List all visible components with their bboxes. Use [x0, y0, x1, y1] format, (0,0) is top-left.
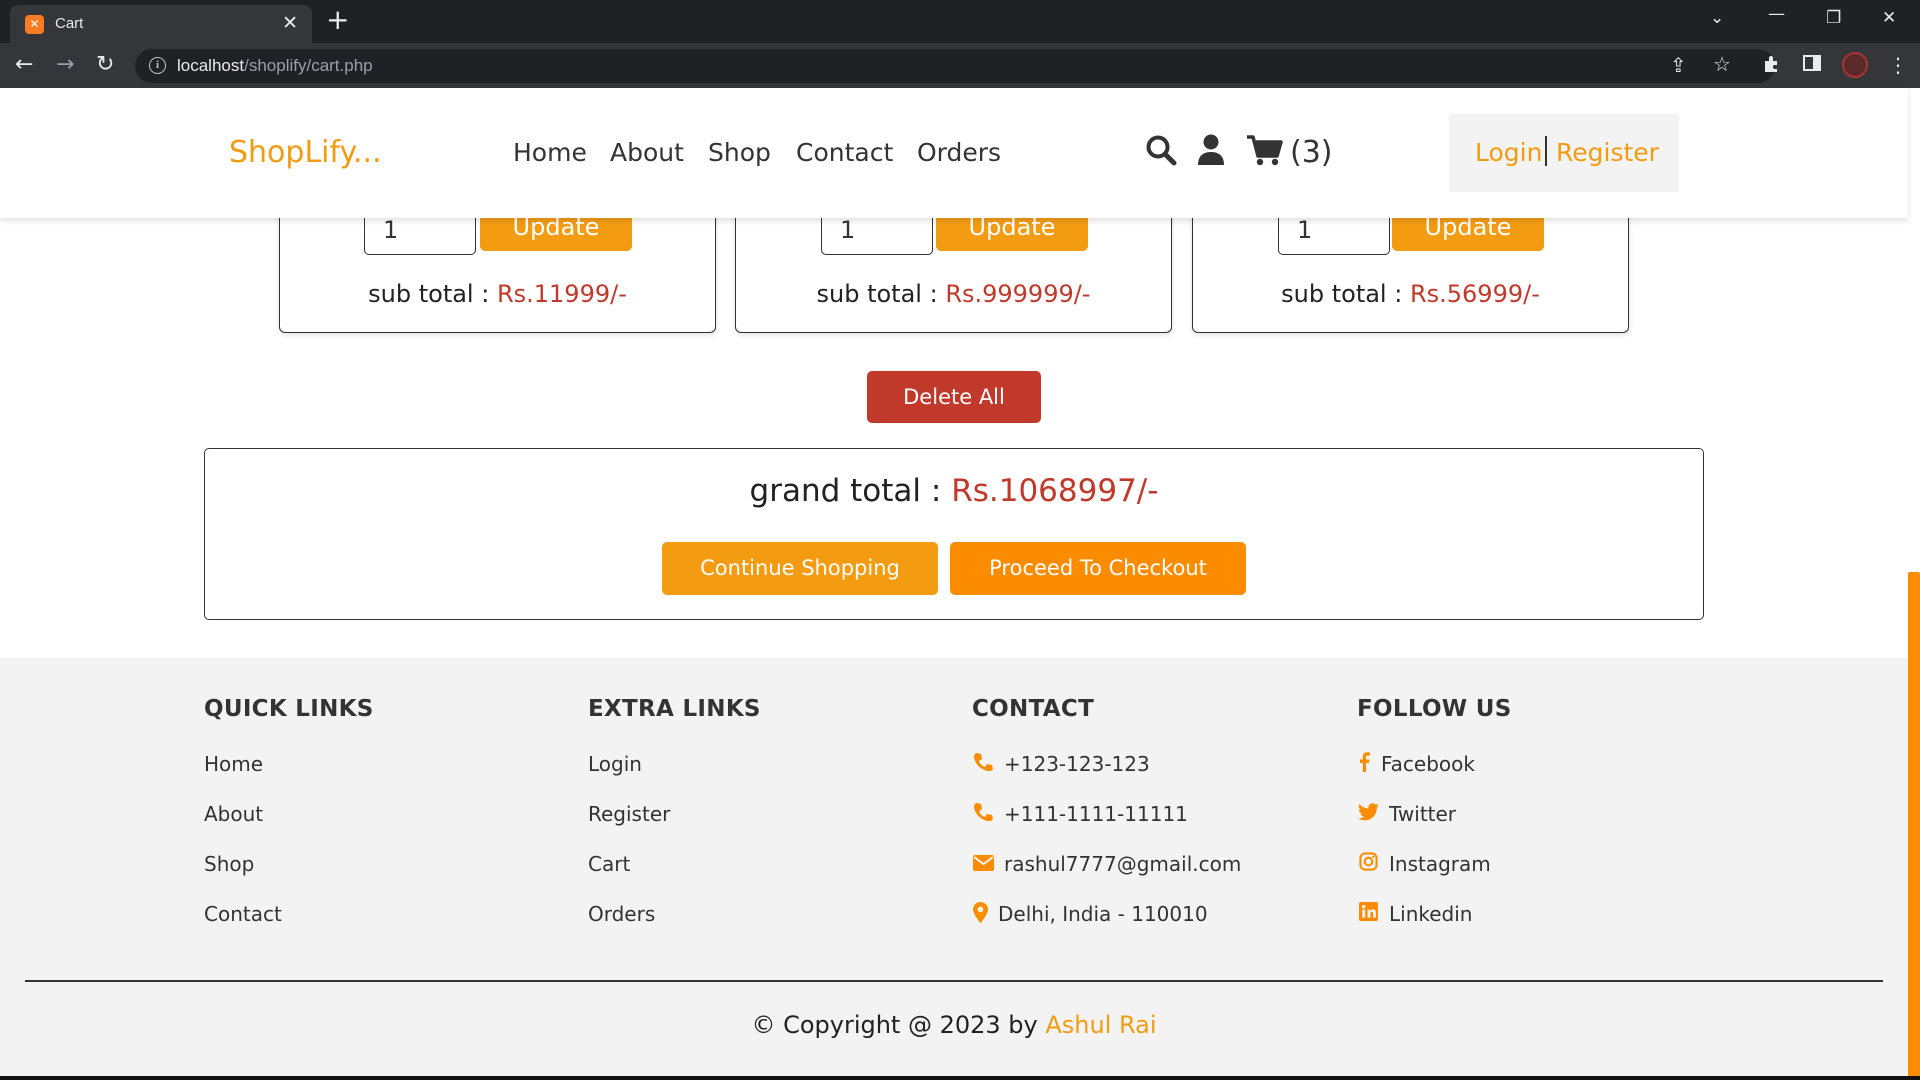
item-subtotal: sub total : Rs.56999/-	[1281, 280, 1540, 308]
scrollbar-thumb[interactable]	[1908, 572, 1920, 1080]
contact-phone-1: +123-123-123	[972, 752, 1332, 802]
address-bar[interactable]: i localhost/shoplify/cart.php ⇪ ☆	[135, 49, 1775, 83]
tab-search-chevron-icon[interactable]: ⌄	[1710, 8, 1724, 28]
window-close-icon[interactable]: ✕	[1882, 8, 1896, 28]
item-subtotal: sub total : Rs.999999/-	[816, 280, 1091, 308]
social-linkedin[interactable]: Linkedin	[1357, 902, 1717, 952]
url-text[interactable]: localhost/shoplify/cart.php	[177, 56, 373, 76]
quick-links-column: QUICK LINKS Home About Shop Contact	[204, 696, 564, 952]
nav-shop[interactable]: Shop	[708, 138, 771, 167]
author-link[interactable]: Ashul Rai	[1045, 1011, 1156, 1039]
profile-avatar[interactable]	[1842, 52, 1868, 78]
extensions-icon[interactable]	[1762, 54, 1782, 78]
contact-phone-2: +111-1111-11111	[972, 802, 1332, 852]
follow-us-column: FOLLOW US Facebook Twitter Instagram Lin…	[1357, 696, 1717, 952]
footer-link-orders[interactable]: Orders	[588, 902, 948, 952]
tab-close-icon[interactable]: ✕	[282, 12, 298, 34]
site-footer: QUICK LINKS Home About Shop Contact EXTR…	[0, 658, 1908, 1080]
grand-total: grand total : Rs.1068997/-	[749, 473, 1159, 509]
site-info-icon[interactable]: i	[149, 57, 166, 74]
nav-contact[interactable]: Contact	[796, 138, 893, 167]
envelope-icon	[972, 852, 994, 876]
site-header: ShopLify... Home About Shop Contact Orde…	[0, 88, 1908, 218]
continue-shopping-button[interactable]: Continue Shopping	[662, 542, 938, 595]
phone-icon	[972, 802, 994, 827]
browser-tab[interactable]: ✕ Cart ✕	[10, 5, 312, 43]
restore-icon[interactable]: ❐	[1826, 8, 1841, 28]
extra-links-heading: EXTRA LINKS	[588, 696, 761, 722]
delete-all-button[interactable]: Delete All	[867, 371, 1041, 423]
tab-title: Cart	[55, 15, 84, 32]
xampp-favicon-icon: ✕	[25, 15, 44, 34]
browser-toolbar: ← → ↻ i localhost/shoplify/cart.php ⇪ ☆ …	[0, 43, 1920, 88]
map-marker-icon	[972, 902, 988, 928]
proceed-checkout-button[interactable]: Proceed To Checkout	[950, 542, 1246, 595]
extra-links-column: EXTRA LINKS Login Register Cart Orders	[588, 696, 948, 952]
browser-tabstrip: ✕ Cart ✕ + ⌄ — ❐ ✕	[0, 0, 1920, 43]
social-instagram[interactable]: Instagram	[1357, 852, 1717, 902]
nav-home[interactable]: Home	[513, 138, 587, 167]
login-link[interactable]: Login	[1475, 138, 1542, 167]
site-logo[interactable]: ShopLify...	[229, 135, 382, 170]
share-icon[interactable]: ⇪	[1670, 54, 1687, 76]
quick-links-heading: QUICK LINKS	[204, 696, 374, 722]
footer-link-about[interactable]: About	[204, 802, 564, 852]
search-icon[interactable]	[1145, 134, 1177, 170]
footer-link-register[interactable]: Register	[588, 802, 948, 852]
phone-icon	[972, 752, 994, 777]
forward-icon[interactable]: →	[56, 51, 74, 79]
contact-column: CONTACT +123-123-123 +111-1111-11111 ras…	[972, 696, 1332, 952]
facebook-icon	[1357, 752, 1371, 777]
footer-divider	[25, 980, 1883, 982]
footer-link-home[interactable]: Home	[204, 752, 564, 802]
follow-us-heading: FOLLOW US	[1357, 696, 1512, 722]
auth-box: Login Register	[1449, 114, 1679, 192]
cart-icon[interactable]	[1246, 135, 1283, 171]
footer-link-login[interactable]: Login	[588, 752, 948, 802]
contact-address: Delhi, India - 110010	[972, 902, 1332, 952]
minimize-icon[interactable]: —	[1768, 4, 1785, 24]
user-icon[interactable]	[1197, 134, 1225, 170]
grand-total-box: grand total : Rs.1068997/- Continue Shop…	[204, 448, 1704, 620]
new-tab-icon[interactable]: +	[326, 6, 349, 34]
copyright: © Copyright @ 2023 by Ashul Rai	[751, 1011, 1157, 1039]
cart-count[interactable]: (3)	[1290, 135, 1333, 170]
register-link[interactable]: Register	[1556, 138, 1659, 167]
back-icon[interactable]: ←	[15, 51, 33, 79]
footer-link-shop[interactable]: Shop	[204, 852, 564, 902]
instagram-icon	[1357, 852, 1379, 876]
side-panel-icon[interactable]	[1803, 54, 1821, 76]
social-twitter[interactable]: Twitter	[1357, 802, 1717, 852]
browser-menu-icon[interactable]: ⋮	[1888, 54, 1908, 76]
auth-separator	[1545, 136, 1547, 166]
contact-heading: CONTACT	[972, 696, 1095, 722]
window-bottom-edge	[0, 1076, 1920, 1080]
nav-about[interactable]: About	[610, 138, 684, 167]
linkedin-icon	[1357, 902, 1379, 926]
item-subtotal: sub total : Rs.11999/-	[368, 280, 627, 308]
twitter-icon	[1357, 802, 1379, 826]
contact-email: rashul7777@gmail.com	[972, 852, 1332, 902]
reload-icon[interactable]: ↻	[96, 51, 114, 79]
footer-link-contact[interactable]: Contact	[204, 902, 564, 952]
footer-link-cart[interactable]: Cart	[588, 852, 948, 902]
bookmark-star-icon[interactable]: ☆	[1713, 53, 1731, 75]
nav-orders[interactable]: Orders	[917, 138, 1001, 167]
social-facebook[interactable]: Facebook	[1357, 752, 1717, 802]
